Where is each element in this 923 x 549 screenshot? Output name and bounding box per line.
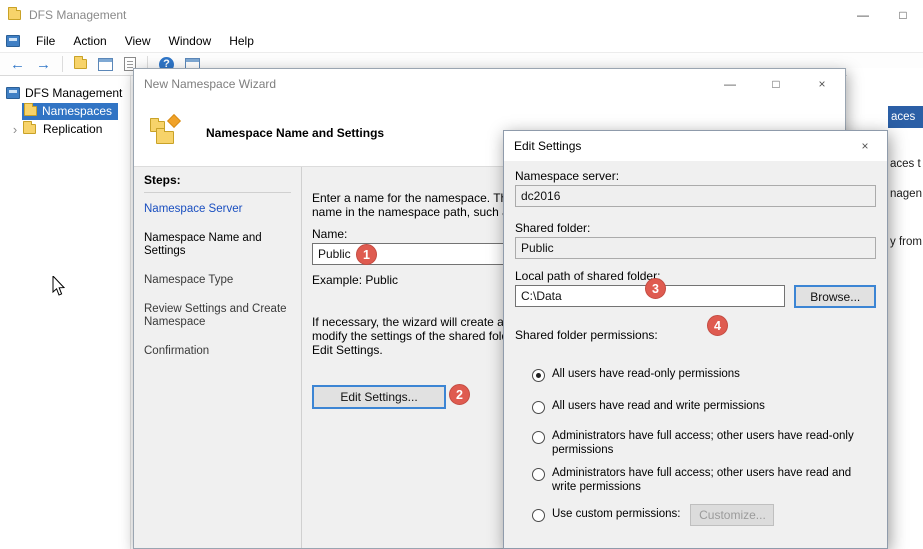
step-namespace-type: Namespace Type [144,274,291,287]
radio-label: Administrators have full access; other u… [552,430,876,457]
radio-read-only[interactable]: All users have read-only permissions [532,368,876,382]
text-fragment: nagen [890,188,922,200]
text-fragment: aces t [890,158,921,170]
console-tree-panel: DFS Management Namespaces › Replication [0,76,131,549]
radio-admin-full-users-read-write[interactable]: Administrators have full access; other u… [532,467,876,494]
menu-file[interactable]: File [28,32,63,50]
steps-heading: Steps: [144,173,291,193]
edit-settings-title: Edit Settings [514,139,581,153]
radio-button-icon[interactable] [532,401,545,414]
radio-button-icon[interactable] [532,509,545,522]
radio-label: Use custom permissions: [552,508,680,522]
tree-item-replication[interactable]: › Replication [0,120,130,138]
radio-button-icon[interactable] [532,369,545,382]
wizard-page-title: Namespace Name and Settings [206,126,384,140]
edit-settings-body: Namespace server: Shared folder: Local p… [504,161,887,548]
window-title: DFS Management [29,8,126,22]
minimize-icon[interactable]: — [707,69,753,99]
radio-label: All users have read and write permission… [552,400,765,414]
window-controls: — □ [843,0,923,30]
radio-button-icon[interactable] [532,468,545,481]
radio-button-icon[interactable] [532,431,545,444]
radio-label: Administrators have full access; other u… [552,467,876,494]
annotation-badge-2: 2 [449,384,470,405]
replication-icon [23,124,36,134]
local-path-label: Local path of shared folder: [515,269,876,283]
permissions-options: All users have read-only permissions All… [515,368,876,526]
chevron-right-icon[interactable]: › [10,122,20,137]
console-menu-icon[interactable] [6,35,20,47]
menu-bar: File Action View Window Help [0,30,923,53]
selected-row-fragment: aces [888,106,923,128]
toolbar-separator [62,56,63,72]
wizard-titlebar: New Namespace Wizard — □ × [134,69,845,99]
radio-admin-full-users-read-only[interactable]: Administrators have full access; other u… [532,430,876,457]
console-window-icon[interactable] [98,58,113,71]
tree-item-label: Replication [43,122,102,136]
shared-folder-label: Shared folder: [515,221,876,235]
dfs-management-icon [6,87,20,99]
radio-custom-permissions[interactable]: Use custom permissions: Customize... [532,508,876,526]
show-console-tree-icon[interactable] [74,59,87,69]
back-arrow-icon[interactable]: ← [10,57,25,72]
annotation-badge-4: 4 [707,315,728,336]
menu-view[interactable]: View [117,32,159,50]
step-namespace-server[interactable]: Namespace Server [144,203,291,216]
annotation-badge-3: 3 [645,278,666,299]
step-review-settings: Review Settings and Create Namespace [144,303,291,329]
edit-settings-button[interactable]: Edit Settings... [312,385,446,409]
menu-window[interactable]: Window [161,32,220,50]
tree-item-dfs-management[interactable]: DFS Management [0,84,130,102]
wizard-window-controls: — □ × [707,69,845,99]
step-namespace-name-and-settings: Namespace Name and Settings [144,232,291,258]
edit-settings-dialog: Edit Settings × Namespace server: Shared… [503,130,888,549]
wizard-steps-panel: Steps: Namespace Server Namespace Name a… [134,167,302,548]
shared-folder-field [515,237,876,259]
tree-item-label: DFS Management [25,86,122,100]
edit-settings-titlebar: Edit Settings × [504,131,887,161]
menu-action[interactable]: Action [65,32,114,50]
forward-arrow-icon[interactable]: → [36,57,51,72]
close-icon[interactable]: × [799,69,845,99]
maximize-icon[interactable]: □ [883,0,923,30]
mouse-cursor [52,276,66,299]
step-confirmation: Confirmation [144,345,291,358]
menu-help[interactable]: Help [221,32,262,50]
radio-read-write[interactable]: All users have read and write permission… [532,400,876,414]
customize-button: Customize... [690,504,774,526]
browse-button[interactable]: Browse... [794,285,876,308]
minimize-icon[interactable]: — [843,0,883,30]
new-namespace-icon [150,117,188,149]
text-fragment: y from [890,236,922,248]
maximize-icon[interactable]: □ [753,69,799,99]
namespace-server-label: Namespace server: [515,169,876,183]
window-titlebar: DFS Management — □ [0,0,923,30]
namespaces-icon [24,106,37,116]
app-icon [8,10,21,20]
close-icon[interactable]: × [843,131,887,161]
annotation-badge-1: 1 [356,244,377,265]
wizard-title: New Namespace Wizard [144,77,276,91]
radio-label: All users have read-only permissions [552,368,740,382]
permissions-label: Shared folder permissions: [515,328,876,342]
tree-item-label: Namespaces [42,104,112,118]
tree-item-namespaces[interactable]: Namespaces [0,102,130,120]
selected-highlight: Namespaces [22,103,118,120]
namespace-server-field [515,185,876,207]
